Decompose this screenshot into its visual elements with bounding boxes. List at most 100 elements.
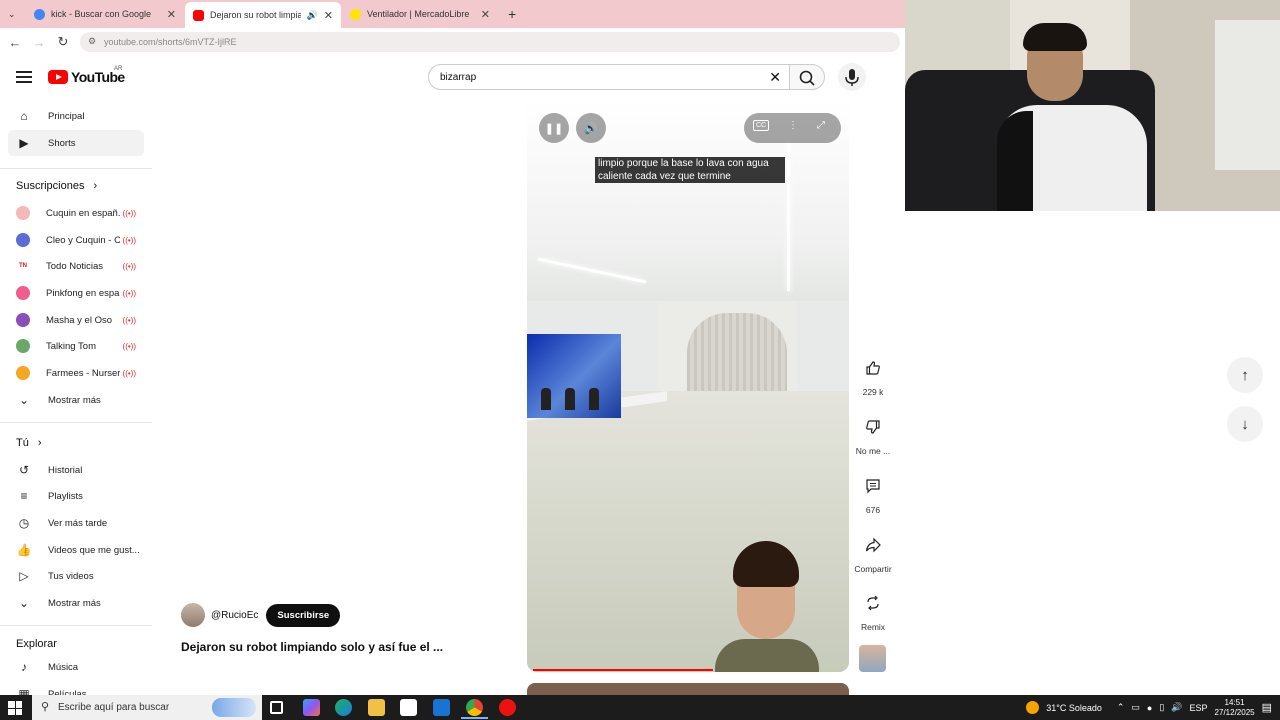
chrome-icon[interactable] bbox=[466, 699, 483, 716]
chevron-down-icon: ⌄ bbox=[18, 596, 30, 610]
sidebar-subscription-farmees[interactable]: Farmees - Nurser... ((•)) bbox=[8, 360, 144, 386]
new-tab-button[interactable]: + bbox=[500, 2, 524, 26]
sidebar-subscription-todo-noticias[interactable]: TN Todo Noticias ((•)) bbox=[8, 253, 144, 279]
remix-icon bbox=[856, 586, 890, 620]
battery-icon[interactable]: ▯ bbox=[1159, 702, 1164, 713]
notifications-icon[interactable]: ▤ bbox=[1262, 701, 1272, 714]
subscribe-button[interactable]: Suscribirse bbox=[266, 603, 341, 627]
playback-progress-bar[interactable] bbox=[533, 669, 713, 671]
channel-avatar bbox=[16, 339, 30, 353]
dislike-button[interactable]: No me ... bbox=[852, 410, 894, 456]
taskbar-search-input[interactable]: ⚲ Escribe aquí para buscar bbox=[32, 695, 262, 720]
sidebar-item-musica[interactable]: ♪ Música bbox=[8, 654, 144, 680]
live-icon: ((•)) bbox=[122, 341, 136, 351]
recording-app-icon[interactable] bbox=[499, 699, 516, 716]
captions-button[interactable]: CC bbox=[753, 120, 770, 131]
sidebar-divider bbox=[0, 168, 152, 169]
reload-button[interactable]: ↻ bbox=[51, 34, 75, 50]
your-videos-icon: ▷ bbox=[19, 569, 29, 583]
clear-search-icon[interactable]: ✕ bbox=[769, 69, 781, 86]
search-button[interactable] bbox=[789, 64, 825, 90]
short-video-player[interactable]: ❚❚ 🔊 CC ⋮ ⤢ limpio porque la base lo lav… bbox=[527, 101, 849, 672]
language-indicator[interactable]: ESP bbox=[1190, 703, 1208, 713]
mail-icon[interactable] bbox=[433, 699, 450, 716]
sidebar-item-tus-videos[interactable]: ▷ Tus videos bbox=[8, 563, 144, 589]
sidebar-show-more-subscriptions[interactable]: ⌄ Mostrar más bbox=[8, 387, 144, 413]
next-short-button[interactable]: ↓ bbox=[1227, 406, 1263, 442]
music-icon: ♪ bbox=[21, 660, 27, 674]
ceiling-light bbox=[787, 141, 790, 291]
video-frame-curtain bbox=[687, 313, 787, 398]
sidebar-item-shorts[interactable]: ▶ Shorts bbox=[8, 130, 144, 156]
site-info-icon[interactable]: ⚙ bbox=[88, 36, 96, 47]
copilot-icon[interactable] bbox=[303, 699, 320, 716]
like-button[interactable]: 229 k bbox=[852, 351, 894, 397]
tab-search-dropdown[interactable]: ⌄ bbox=[0, 2, 20, 26]
channel-avatar[interactable] bbox=[181, 603, 205, 627]
speaker-icon[interactable]: 🔊 bbox=[307, 10, 318, 21]
channel-avatar bbox=[16, 313, 30, 327]
back-button[interactable]: ← bbox=[3, 35, 27, 50]
previous-short-button[interactable]: ↑ bbox=[1227, 357, 1263, 393]
channel-name[interactable]: @RucioEc bbox=[211, 610, 258, 621]
comment-icon bbox=[856, 469, 890, 503]
next-short-preview[interactable] bbox=[527, 683, 849, 695]
fullscreen-icon[interactable]: ⤢ bbox=[817, 120, 825, 131]
share-button[interactable]: Compartir bbox=[852, 528, 894, 574]
live-icon: ((•)) bbox=[122, 315, 136, 325]
menu-icon[interactable] bbox=[16, 71, 32, 83]
edge-icon[interactable] bbox=[335, 699, 352, 716]
sidebar-item-principal[interactable]: ⌂ Principal bbox=[8, 103, 144, 129]
task-view-icon[interactable] bbox=[270, 701, 283, 714]
sidebar-item-historial[interactable]: ↺ Historial bbox=[8, 457, 144, 483]
voice-search-button[interactable] bbox=[838, 63, 866, 91]
microsoft-store-icon[interactable] bbox=[400, 699, 417, 716]
clock[interactable]: 14:51 27/12/2025 bbox=[1215, 698, 1255, 718]
channel-row: @RucioEc Suscribirse bbox=[181, 603, 341, 627]
subscriptions-title: Suscripciones bbox=[16, 180, 85, 192]
close-tab-icon[interactable]: ✕ bbox=[481, 8, 490, 21]
channel-name: Masha y el Oso bbox=[46, 314, 112, 326]
forward-button[interactable]: → bbox=[27, 35, 51, 50]
youtube-logo[interactable]: YouTube AR bbox=[48, 66, 125, 85]
comments-button[interactable]: 676 bbox=[852, 469, 894, 515]
sidebar-subscription-cleo-cuquin[interactable]: Cleo y Cuquin - C... ((•)) bbox=[8, 227, 144, 253]
file-explorer-icon[interactable] bbox=[368, 699, 385, 716]
short-title[interactable]: Dejaron su robot limpiando solo y así fu… bbox=[181, 640, 443, 654]
weather-text[interactable]: 31°C Soleado bbox=[1046, 703, 1102, 713]
sidebar-subscription-talking-tom[interactable]: Talking Tom ((•)) bbox=[8, 333, 144, 359]
tab-mercadolibre[interactable]: Ventilador | MercadoLibre ✕ bbox=[342, 2, 498, 26]
you-heading[interactable]: Tú › bbox=[16, 437, 42, 449]
clock-date: 27/12/2025 bbox=[1214, 707, 1255, 717]
audio-thumbnail[interactable] bbox=[859, 645, 886, 672]
tab-youtube-short[interactable]: Dejaron su robot limpiando 🔊 ✕ bbox=[185, 2, 341, 28]
tab-title: kick - Buscar con Google bbox=[51, 9, 152, 19]
close-tab-icon[interactable]: ✕ bbox=[324, 9, 333, 22]
sidebar-item-ver-mas-tarde[interactable]: ◷ Ver más tarde bbox=[8, 510, 144, 536]
windows-start-icon[interactable] bbox=[8, 701, 22, 715]
sidebar-show-more-you[interactable]: ⌄ Mostrar más bbox=[8, 590, 144, 616]
close-tab-icon[interactable]: ✕ bbox=[167, 8, 176, 21]
browser-toolbar: ← → ↻ ⚙ youtube.com/shorts/6mVTZ-IjlRE bbox=[0, 28, 905, 56]
pause-button[interactable]: ❚❚ bbox=[539, 113, 569, 143]
sidebar-subscription-pinkfong[interactable]: Pinkfong en espa... ((•)) bbox=[8, 280, 144, 306]
sidebar-item-liked-videos[interactable]: 👍 Videos que me gust... bbox=[8, 537, 144, 563]
subscriptions-heading[interactable]: Suscripciones › bbox=[16, 180, 97, 192]
volume-button[interactable]: 🔊 bbox=[576, 113, 606, 143]
tab-google-search[interactable]: kick - Buscar con Google ✕ bbox=[26, 2, 184, 26]
network-icon[interactable]: ▭ bbox=[1131, 702, 1140, 713]
volume-icon[interactable]: 🔊 bbox=[1171, 702, 1182, 713]
microphone-icon[interactable]: ● bbox=[1147, 703, 1152, 713]
sidebar-subscription-masha[interactable]: Masha y el Oso ((•)) bbox=[8, 307, 144, 333]
sidebar-item-playlists[interactable]: ≡ Playlists bbox=[8, 483, 144, 509]
address-field[interactable]: ⚙ youtube.com/shorts/6mVTZ-IjlRE bbox=[80, 32, 900, 52]
search-input[interactable]: bizarrap ✕ bbox=[428, 64, 790, 90]
sidebar-divider bbox=[0, 625, 152, 626]
remix-button[interactable]: Remix bbox=[852, 586, 894, 632]
tab-title: Ventilador | MercadoLibre bbox=[367, 9, 470, 19]
sidebar-subscription-cuquin[interactable]: Cuquin en españ... ((•)) bbox=[8, 200, 144, 226]
presenter-overlay bbox=[715, 541, 819, 672]
chevron-up-icon[interactable]: ⌃ bbox=[1117, 702, 1125, 713]
more-options-icon[interactable]: ⋮ bbox=[788, 120, 798, 131]
like-icon: 👍 bbox=[16, 543, 32, 557]
